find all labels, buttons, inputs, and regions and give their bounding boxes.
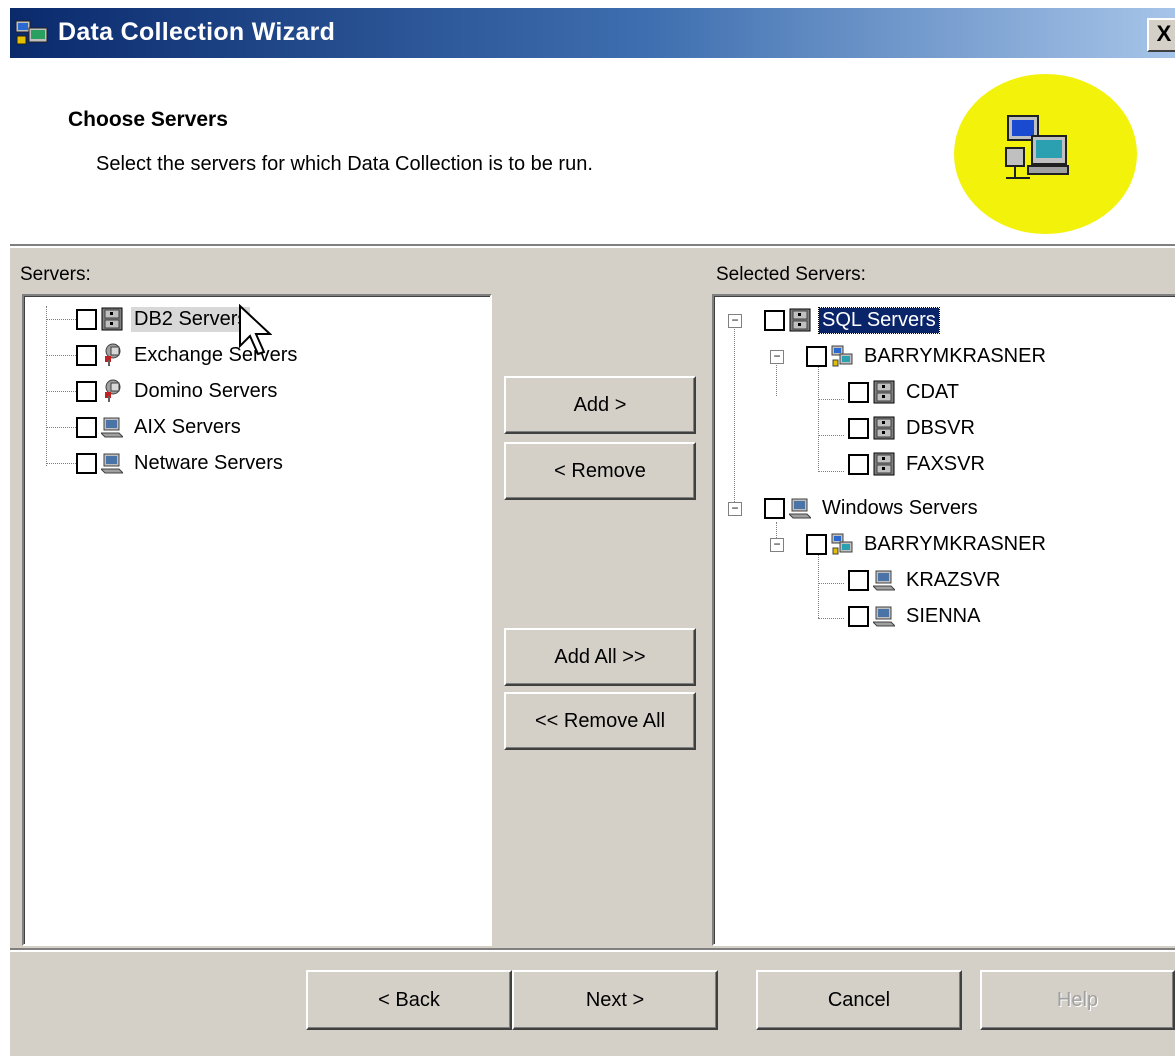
checkbox[interactable] [76,416,97,438]
tree-item-label: Windows Servers [822,496,978,519]
remove-button-label: < Remove [554,459,646,482]
database-server-icon [789,308,811,332]
back-button[interactable]: < Back [306,970,512,1030]
tree-item-label: Domino Servers [134,379,278,402]
tree-item-label: SIENNA [906,604,981,627]
tree-item-sql-servers[interactable]: SQL Servers [764,304,940,336]
tree-item-label: Exchange Servers [134,343,298,366]
network-computers-icon [831,532,853,556]
add-all-button[interactable]: Add All >> [504,628,696,686]
selected-servers-tree[interactable]: − − − − SQL Servers BARRYMKRASNER CDAT D… [712,294,1175,946]
computer-icon [873,568,895,592]
checkbox[interactable] [76,308,97,330]
checkbox[interactable] [848,605,869,627]
checkbox[interactable] [76,344,97,366]
tree-item-faxsvr[interactable]: FAXSVR [848,448,988,480]
remove-all-button[interactable]: << Remove All [504,692,696,750]
checkbox[interactable] [806,345,827,367]
tree-item-krazsvr[interactable]: KRAZSVR [848,564,1003,596]
checkbox[interactable] [848,569,869,591]
tree-item-domino-servers[interactable]: Domino Servers [76,375,280,407]
tree-item-barrymkrasner[interactable]: BARRYMKRASNER [806,340,1049,372]
checkbox[interactable] [848,453,869,475]
tree-item-label: DB2 Servers [131,306,251,332]
checkbox[interactable] [806,533,827,555]
next-button[interactable]: Next > [512,970,718,1030]
checkbox[interactable] [764,309,785,331]
tree-item-netware-servers[interactable]: Netware Servers [76,447,286,479]
tree-item-sienna[interactable]: SIENNA [848,600,983,632]
tree-item-label: Netware Servers [134,451,283,474]
checkbox[interactable] [764,497,785,519]
exchange-server-icon [101,343,123,367]
tree-item-label: KRAZSVR [906,568,1001,591]
database-server-icon [101,307,123,331]
add-button[interactable]: Add > [504,376,696,434]
collapse-toggle[interactable]: − [728,314,742,328]
computer-icon [101,415,123,439]
tree-item-db2-servers[interactable]: DB2 Servers [76,303,251,335]
add-all-button-label: Add All >> [554,645,646,668]
selected-servers-label: Selected Servers: [716,264,866,285]
title-bar[interactable]: Data Collection Wizard X [10,8,1175,58]
header-badge [954,74,1137,234]
back-button-label: < Back [378,988,440,1011]
tree-item-label: BARRYMKRASNER [864,532,1046,555]
tree-item-label: BARRYMKRASNER [864,344,1046,367]
checkbox[interactable] [76,452,97,474]
domino-server-icon [101,379,123,403]
checkbox[interactable] [76,380,97,402]
tree-item-dbsvr[interactable]: DBSVR [848,412,978,444]
tree-item-windows-servers[interactable]: Windows Servers [764,492,981,524]
close-button[interactable]: X [1147,18,1175,52]
add-button-label: Add > [573,393,627,416]
tree-item-barrymkrasner[interactable]: BARRYMKRASNER [806,528,1049,560]
tree-item-label: FAXSVR [906,452,985,475]
collapse-toggle[interactable]: − [770,350,784,364]
window-title: Data Collection Wizard [58,18,336,46]
network-computers-icon [1005,115,1069,179]
wizard-header: Choose Servers Select the servers for wh… [10,58,1175,248]
tree-item-aix-servers[interactable]: AIX Servers [76,411,244,443]
mouse-pointer-icon [239,304,272,356]
network-computers-icon [831,344,853,368]
cancel-button-label: Cancel [827,988,891,1011]
tree-item-label: CDAT [906,380,959,403]
tree-item-cdat[interactable]: CDAT [848,376,962,408]
servers-label: Servers: [20,264,91,285]
help-button-label: Help [1056,988,1099,1011]
wizard-app-icon [15,20,48,45]
next-button-label: Next > [585,988,645,1011]
cancel-button[interactable]: Cancel [756,970,962,1030]
help-button[interactable]: Help [980,970,1175,1030]
checkbox[interactable] [848,381,869,403]
tree-item-label: DBSVR [906,416,975,439]
collapse-toggle[interactable]: − [728,502,742,516]
collapse-toggle[interactable]: − [770,538,784,552]
computer-icon [101,451,123,475]
database-server-icon [873,452,895,476]
computer-icon [873,604,895,628]
tree-item-label: AIX Servers [134,415,241,438]
database-server-icon [873,416,895,440]
computer-icon [789,496,811,520]
wizard-window: Data Collection Wizard X Choose Servers … [10,8,1175,1056]
tree-item-label: SQL Servers [818,306,940,334]
page-subtitle: Select the servers for which Data Collec… [96,153,593,175]
page-title: Choose Servers [68,108,228,131]
remove-all-button-label: << Remove All [534,709,666,732]
footer-separator [10,948,1175,952]
checkbox[interactable] [848,417,869,439]
database-server-icon [873,380,895,404]
servers-tree[interactable]: DB2 Servers Exchange Servers Domino Serv… [22,294,492,946]
remove-button[interactable]: < Remove [504,442,696,500]
